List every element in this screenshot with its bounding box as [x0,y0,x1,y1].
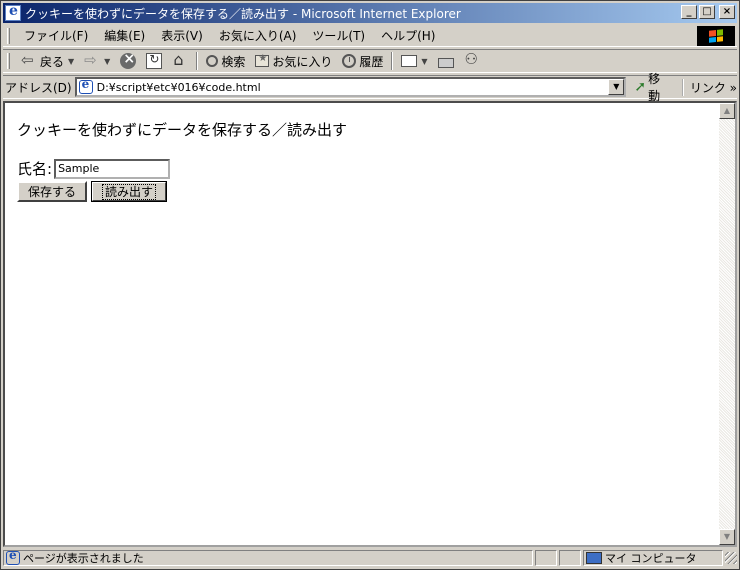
refresh-icon [146,52,163,69]
status-secure-pane [559,550,581,566]
status-zone-pane: マイ コンピュータ [583,550,723,566]
load-button-label: 読み出す [102,184,157,200]
save-button[interactable]: 保存する [17,181,88,202]
title-bar[interactable]: クッキーを使わずにデータを保存する／読み出す - Microsoft Inter… [3,3,737,23]
menu-file[interactable]: ファイル(F) [16,25,96,46]
zone-label: マイ コンピュータ [605,552,697,565]
windows-flag-icon [709,29,723,43]
address-input[interactable] [96,79,609,95]
page-content: クッキーを使わずにデータを保存する／読み出す 氏名: 保存する 読み出す [17,119,347,202]
name-row: 氏名: [17,158,347,179]
messenger-button[interactable] [459,50,485,70]
menu-edit[interactable]: 編集(E) [96,25,153,46]
status-message: ページが表示されました [23,552,144,565]
toolbar-grip[interactable] [7,53,10,69]
scroll-down-button[interactable]: ▼ [719,529,735,545]
name-label: 氏名: [17,160,53,178]
page-viewport: クッキーを使わずにデータを保存する／読み出す 氏名: 保存する 読み出す ▲ ▼ [3,101,737,547]
go-label: 移動 [648,72,661,103]
my-computer-icon [586,552,602,564]
menu-bar: ファイル(F) 編集(E) 表示(V) お気に入り(A) ツール(T) ヘルプ(… [3,25,737,47]
maximize-button[interactable]: □ [699,5,715,19]
menu-favorites[interactable]: お気に入り(A) [211,25,305,46]
page-icon [78,77,93,94]
menu-view[interactable]: 表示(V) [153,25,211,46]
button-row: 保存する 読み出す [17,181,347,202]
load-button[interactable]: 読み出す [91,181,168,202]
go-arrow-icon [634,79,646,95]
back-button[interactable]: 戻る ▼ [16,51,79,71]
refresh-button[interactable] [141,52,167,70]
search-button[interactable]: 検索 [201,52,250,71]
history-icon [342,54,357,68]
home-icon [172,50,188,69]
mail-button[interactable]: ▼ [396,54,432,68]
window-controls: _ □ × [681,5,735,19]
forward-dropdown-icon[interactable]: ▼ [104,57,110,66]
print-icon [437,57,454,68]
windows-logo [697,26,735,46]
address-dropdown-icon[interactable]: ▼ [608,79,625,95]
search-label: 検索 [221,54,246,69]
back-arrow-icon [21,51,37,69]
standard-toolbar: 戻る ▼ ▼ 検索 お気に入り 履歴 ▼ [3,49,737,73]
status-message-pane: ページが表示されました [3,550,533,566]
forward-arrow-icon [84,51,100,69]
browser-window: クッキーを使わずにデータを保存する／読み出す - Microsoft Inter… [0,0,740,570]
home-button[interactable] [167,50,193,70]
forward-button[interactable]: ▼ [79,51,115,70]
toolbar-separator [196,52,199,70]
print-button[interactable] [433,54,459,69]
status-progress-pane [535,550,557,566]
back-label: 戻る [40,54,65,69]
history-label: 履歴 [359,54,384,69]
favorites-icon [255,53,270,67]
minimize-button[interactable]: _ [681,5,697,19]
menu-help[interactable]: ヘルプ(H) [373,25,443,46]
menu-grip[interactable] [7,27,10,44]
page-heading: クッキーを使わずにデータを保存する／読み出す [17,121,348,139]
address-bar: アドレス(D) ▼ 移動 リンク » [3,72,737,103]
window-title: クッキーを使わずにデータを保存する／読み出す - Microsoft Inter… [25,6,461,21]
ie-icon [5,3,21,21]
toolbar-separator [391,52,394,70]
favorites-label: お気に入り [272,54,333,69]
go-button[interactable]: 移動 [634,70,671,104]
links-button[interactable]: リンク » [681,78,737,96]
address-label: アドレス(D) [5,80,72,95]
search-icon [206,55,219,67]
name-input[interactable] [54,158,171,179]
mail-dropdown-icon[interactable]: ▼ [421,57,427,66]
menu-tools[interactable]: ツール(T) [304,25,373,46]
user-icon [464,50,480,69]
done-page-icon [6,551,20,565]
address-field[interactable]: ▼ [74,77,627,97]
close-button[interactable]: × [719,5,735,19]
vertical-scrollbar[interactable]: ▲ ▼ [719,103,735,545]
stop-icon [120,51,137,69]
resize-grip[interactable] [725,552,737,564]
scroll-up-button[interactable]: ▲ [719,103,735,119]
favorites-button[interactable]: お気に入り [250,52,337,71]
history-button[interactable]: 履歴 [337,52,388,71]
status-bar: ページが表示されました マイ コンピュータ [3,549,737,567]
back-dropdown-icon[interactable]: ▼ [68,57,74,66]
mail-icon [401,55,418,67]
stop-button[interactable] [115,51,141,70]
